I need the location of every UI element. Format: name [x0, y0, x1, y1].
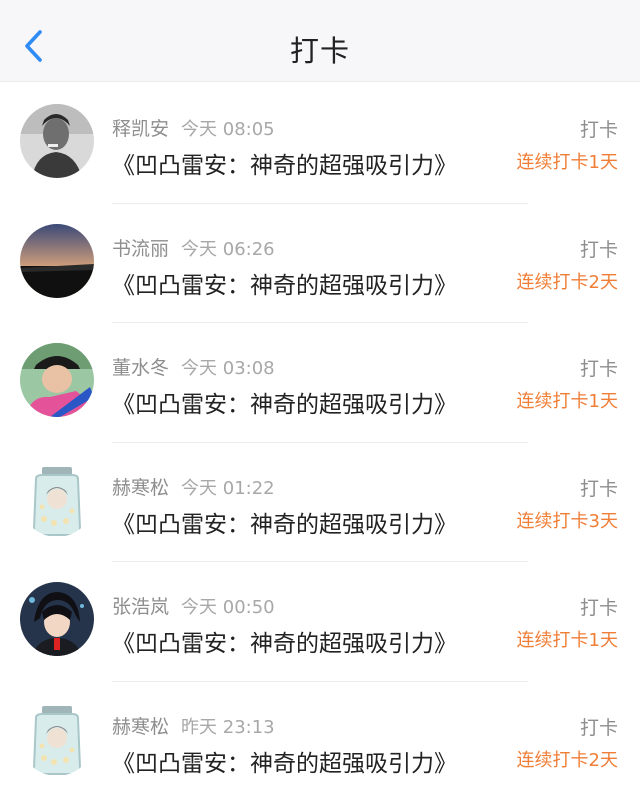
avatar[interactable] [20, 702, 94, 776]
checkin-time: 今天 01:22 [181, 478, 275, 499]
streak-count: 连续打卡2天 [517, 268, 618, 294]
streak-count: 连续打卡1天 [517, 148, 618, 174]
streak-count: 连续打卡1天 [517, 387, 618, 413]
book-title[interactable]: 《凹凸雷安：神奇的超强吸引力》 [112, 385, 457, 419]
user-name[interactable]: 书流丽 [112, 238, 169, 260]
list-item[interactable]: 释凯安今天 08:05 《凹凸雷安：神奇的超强吸引力》 打卡 连续打卡1天 [0, 84, 640, 204]
name-time-line: 董水冬今天 03:08 [112, 353, 275, 380]
name-time-line: 赫寒松今天 01:22 [112, 473, 275, 500]
book-title[interactable]: 《凹凸雷安：神奇的超强吸引力》 [112, 744, 457, 778]
streak-count: 连续打卡1天 [517, 626, 618, 652]
streak-count: 连续打卡3天 [517, 507, 618, 533]
jar-character-avatar [20, 463, 94, 537]
sunset-landscape-avatar [20, 224, 94, 298]
navigation-bar: 打卡 [0, 0, 640, 82]
book-title[interactable]: 《凹凸雷安：神奇的超强吸引力》 [112, 505, 457, 539]
avatar[interactable] [20, 104, 94, 178]
book-title[interactable]: 《凹凸雷安：神奇的超强吸引力》 [112, 266, 457, 300]
person-cap-avatar [20, 343, 94, 417]
checkin-label: 打卡 [580, 354, 618, 381]
checkin-label: 打卡 [580, 474, 618, 501]
name-time-line: 释凯安今天 08:05 [112, 114, 275, 141]
book-title[interactable]: 《凹凸雷安：神奇的超强吸引力》 [112, 146, 457, 180]
user-name[interactable]: 张浩岚 [112, 596, 169, 618]
name-time-line: 书流丽今天 06:26 [112, 234, 275, 261]
checkin-time: 昨天 23:13 [181, 717, 275, 738]
list-item[interactable]: 赫寒松今天 01:22 《凹凸雷安：神奇的超强吸引力》 打卡 连续打卡3天 [0, 443, 640, 563]
user-name[interactable]: 董水冬 [112, 357, 169, 379]
checkin-time: 今天 00:50 [181, 597, 275, 618]
checkin-time: 今天 03:08 [181, 358, 275, 379]
name-time-line: 张浩岚今天 00:50 [112, 592, 275, 619]
avatar[interactable] [20, 224, 94, 298]
streak-count: 连续打卡2天 [517, 746, 618, 772]
checkin-label: 打卡 [580, 115, 618, 142]
anime-character-avatar [20, 582, 94, 656]
name-time-line: 赫寒松昨天 23:13 [112, 712, 275, 739]
avatar[interactable] [20, 582, 94, 656]
list-item[interactable]: 书流丽今天 06:26 《凹凸雷安：神奇的超强吸引力》 打卡 连续打卡2天 [0, 204, 640, 324]
bw-portrait-avatar [20, 104, 94, 178]
page-title: 打卡 [0, 28, 640, 70]
user-name[interactable]: 赫寒松 [112, 477, 169, 499]
checkin-label: 打卡 [580, 235, 618, 262]
avatar[interactable] [20, 463, 94, 537]
avatar[interactable] [20, 343, 94, 417]
checkin-list: 释凯安今天 08:05 《凹凸雷安：神奇的超强吸引力》 打卡 连续打卡1天 [0, 84, 640, 801]
checkin-time: 今天 08:05 [181, 119, 275, 140]
list-item[interactable]: 张浩岚今天 00:50 《凹凸雷安：神奇的超强吸引力》 打卡 连续打卡1天 [0, 562, 640, 682]
jar-character-avatar [20, 702, 94, 776]
list-item[interactable]: 董水冬今天 03:08 《凹凸雷安：神奇的超强吸引力》 打卡 连续打卡1天 [0, 323, 640, 443]
checkin-time: 今天 06:26 [181, 239, 275, 260]
user-name[interactable]: 赫寒松 [112, 716, 169, 738]
user-name[interactable]: 释凯安 [112, 118, 169, 140]
list-item[interactable]: 赫寒松昨天 23:13 《凹凸雷安：神奇的超强吸引力》 打卡 连续打卡2天 [0, 682, 640, 801]
book-title[interactable]: 《凹凸雷安：神奇的超强吸引力》 [112, 624, 457, 658]
checkin-label: 打卡 [580, 593, 618, 620]
checkin-label: 打卡 [580, 713, 618, 740]
